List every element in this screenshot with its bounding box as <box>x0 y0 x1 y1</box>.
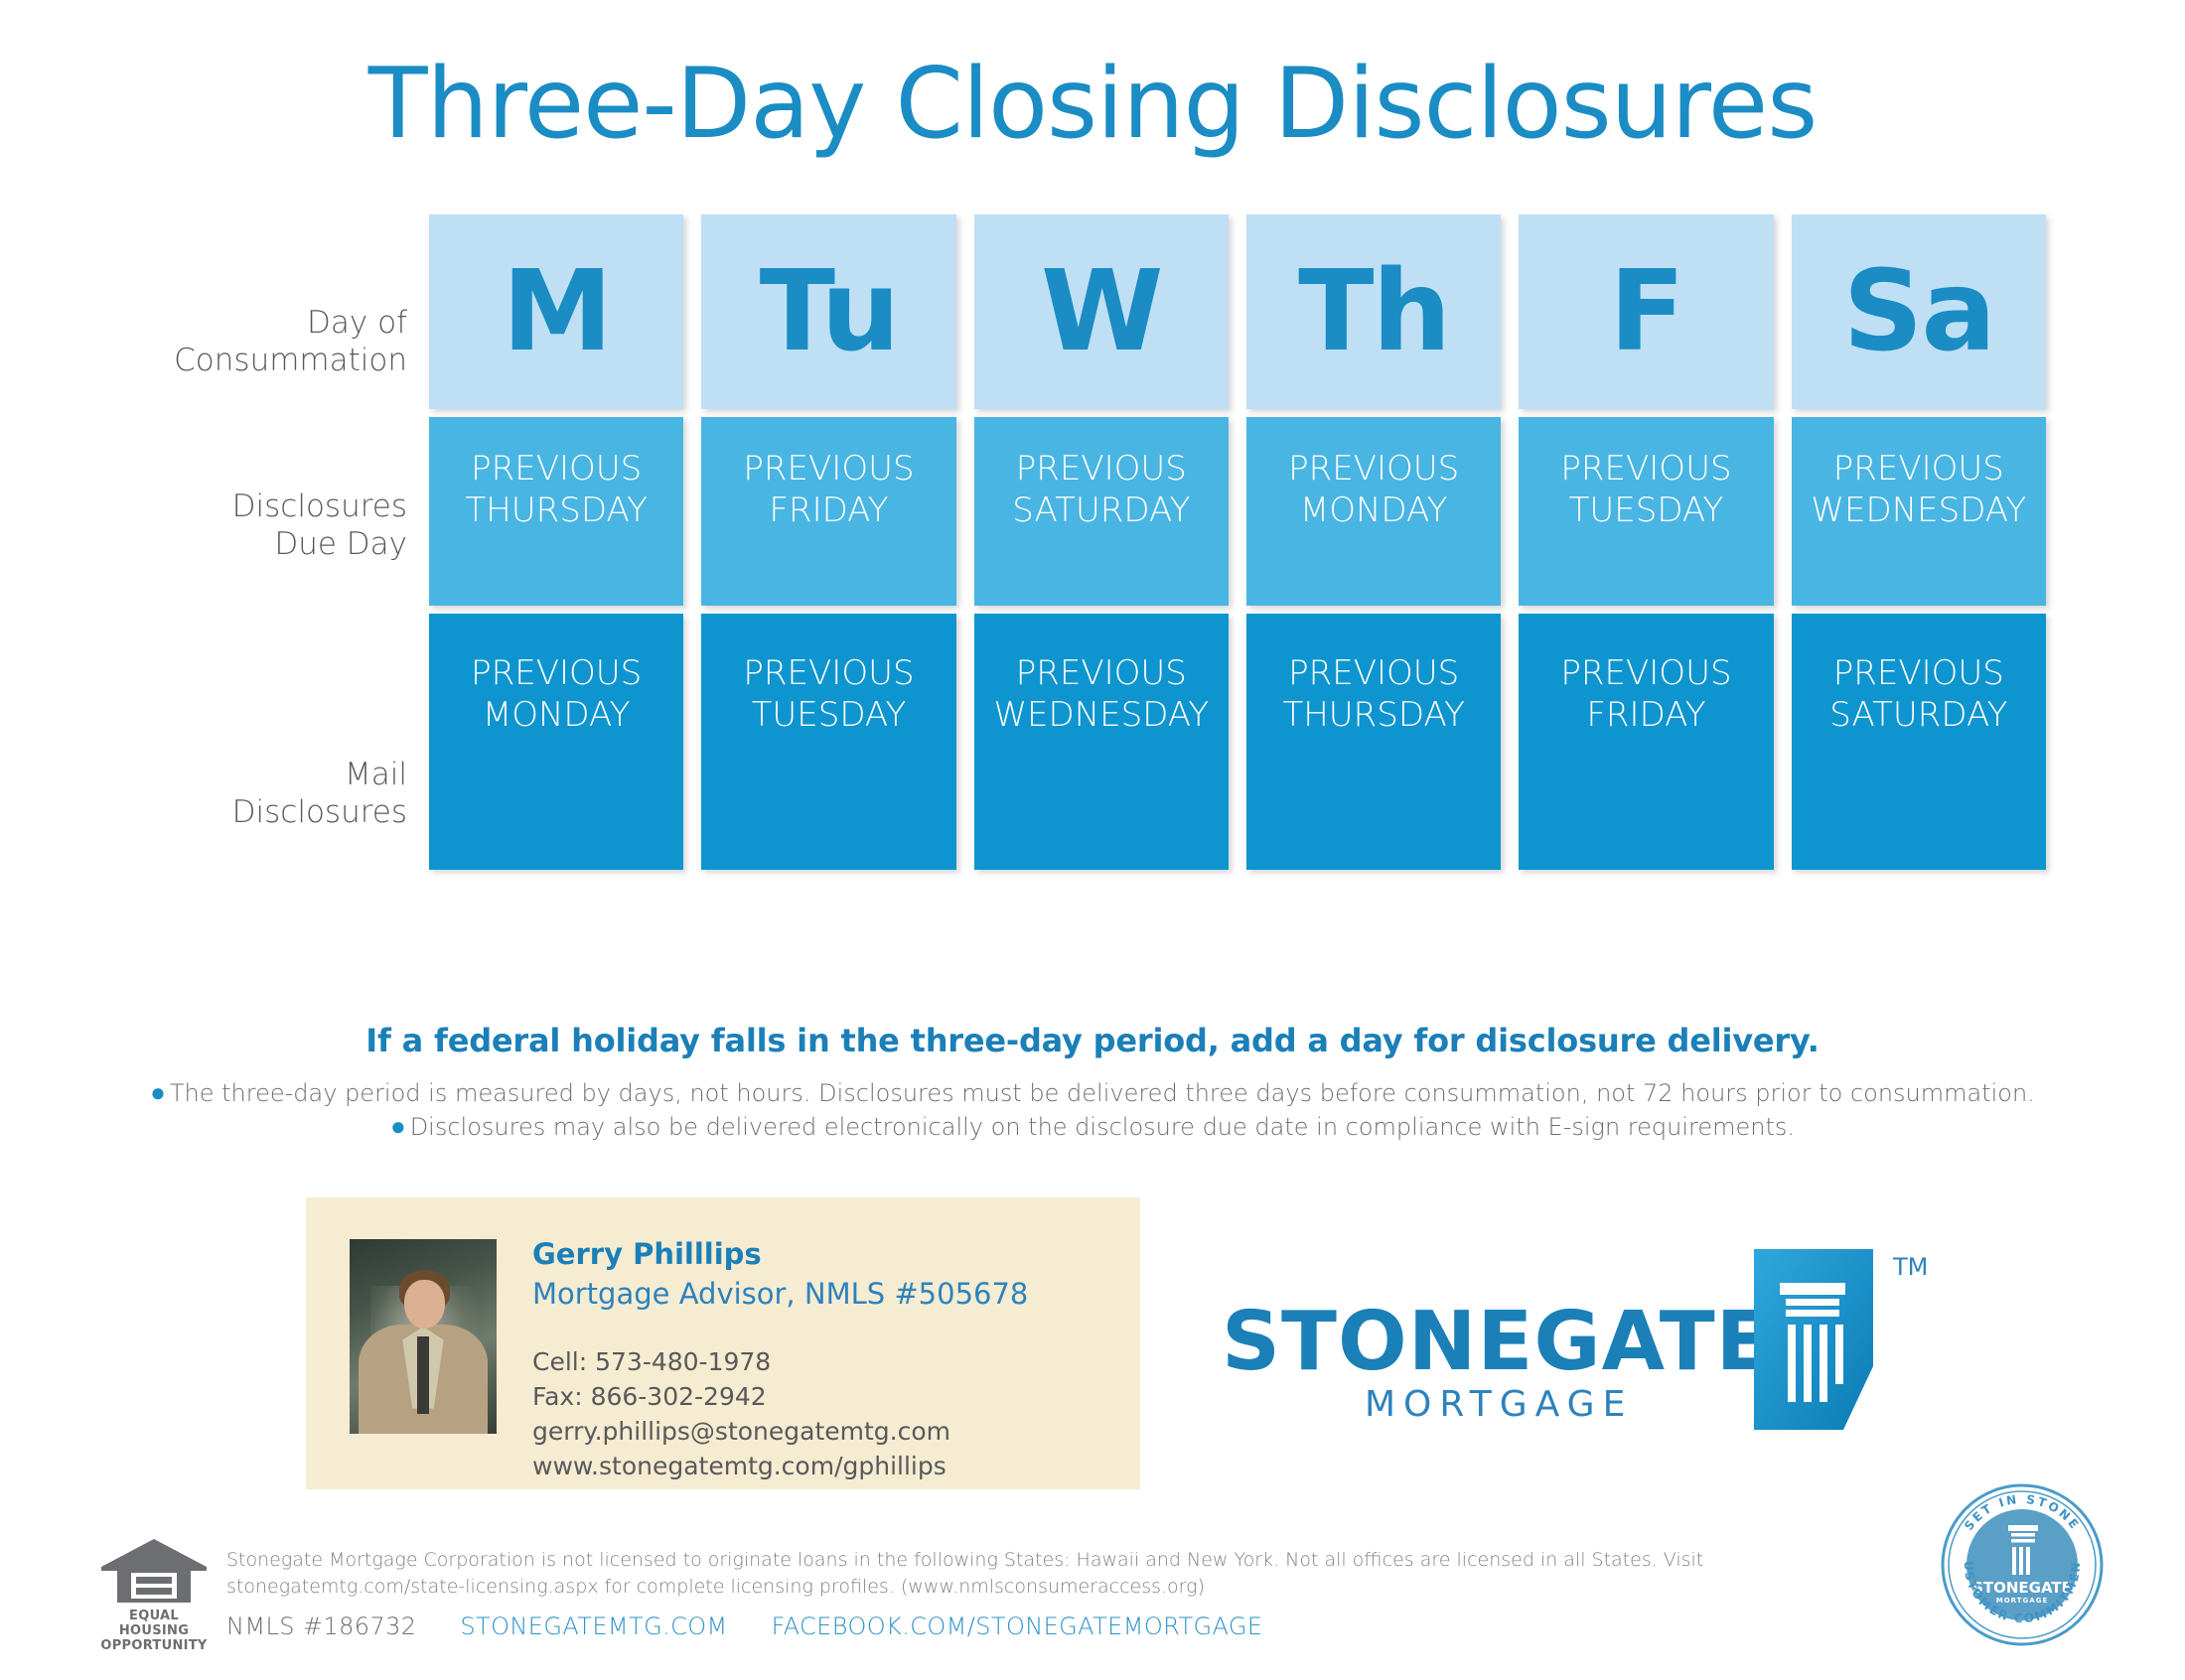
day-header-cell: W <box>973 214 1229 409</box>
row-label-consummation: Day of Consummation <box>174 305 407 378</box>
set-in-stone-seal: STONEGATE MORTGAGE SET IN STONE CUSTOMER… <box>1934 1470 2106 1648</box>
contact-lines: Cell: 573-480-1978 Fax: 866-302-2942 ger… <box>532 1344 1108 1483</box>
day-abbrev: F <box>1609 247 1685 376</box>
day-column-tuesday: Tu PREVIOUS FRIDAY PREVIOUS TUESDAY <box>701 214 956 1015</box>
contact-email[interactable]: gerry.phillips@stonegatemtg.com <box>532 1414 1108 1449</box>
disclosures-due-cell: PREVIOUS MONDAY <box>1245 417 1502 606</box>
contact-role: Mortgage Advisor, NMLS #505678 <box>532 1277 1029 1311</box>
list-item: ● The three-day period is measured by day… <box>0 1076 2185 1110</box>
equal-housing-line1: EQUAL HOUSING <box>118 1609 190 1638</box>
closing-disclosure-table: Day of Consummation Disclosures Due Day … <box>174 214 2046 1015</box>
list-item: ● Disclosures may also be delivered elect… <box>0 1110 2185 1144</box>
mail-disclosures-cell: PREVIOUS TUESDAY <box>701 614 956 870</box>
day-column-friday: F PREVIOUS TUESDAY PREVIOUS FRIDAY <box>1519 214 1774 1015</box>
stonegate-logo: STONEGATE MORTGAGE TM <box>1222 1249 1957 1442</box>
contact-details: Gerry Philllips Mortgage Advisor, NMLS #… <box>532 1237 1108 1483</box>
brand-tagline: MORTGAGE <box>1365 1384 1634 1425</box>
disclosures-due-cell: PREVIOUS THURSDAY <box>429 417 684 606</box>
disclosures-due-value: PREVIOUS THURSDAY <box>465 449 648 530</box>
disclosures-due-cell: PREVIOUS FRIDAY <box>701 417 956 606</box>
row-label-disclosures-due: Disclosures Due Day <box>231 489 407 562</box>
day-header-cell: F <box>1519 214 1774 409</box>
seal-center-name: STONEGATE <box>1972 1579 2072 1597</box>
mail-disclosures-value: PREVIOUS WEDNESDAY <box>993 653 1210 735</box>
day-header-cell: Th <box>1245 214 1502 409</box>
legal-disclaimer: Stonegate Mortgage Corporation is not li… <box>226 1549 1704 1598</box>
day-abbrev: Tu <box>759 247 901 376</box>
mail-disclosures-cell: PREVIOUS THURSDAY <box>1245 614 1502 870</box>
bullet-text: Disclosures may also be delivered electr… <box>409 1113 1796 1141</box>
day-abbrev: Th <box>1298 247 1451 376</box>
mail-disclosures-value: PREVIOUS SATURDAY <box>1829 653 2008 735</box>
disclosures-due-cell: PREVIOUS SATURDAY <box>973 417 1229 606</box>
mail-disclosures-cell: PREVIOUS WEDNESDAY <box>973 614 1229 870</box>
bullet-text: The three-day period is measured by days… <box>169 1079 2035 1107</box>
day-header-cell: M <box>429 214 684 409</box>
page-title: Three-Day Closing Disclosures <box>367 48 1819 161</box>
bullet-dot-icon: ● <box>389 1112 406 1142</box>
stonegate-column-icon <box>1748 1249 1879 1430</box>
equal-housing-text: EQUAL HOUSING OPPORTUNITY <box>95 1609 213 1653</box>
disclosures-due-value: PREVIOUS MONDAY <box>1288 449 1460 530</box>
day-abbrev: Sa <box>1842 247 1996 376</box>
avatar-face <box>403 1280 446 1330</box>
mail-disclosures-value: PREVIOUS FRIDAY <box>1560 653 1732 735</box>
disclosures-due-value: PREVIOUS TUESDAY <box>1560 449 1732 530</box>
infographic-page: Three-Day Closing Disclosures Day of Con… <box>0 0 2185 1680</box>
contact-website[interactable]: www.stonegatemtg.com/gphillips <box>532 1449 1108 1483</box>
disclosures-due-cell: PREVIOUS WEDNESDAY <box>1791 417 2046 606</box>
mail-disclosures-value: PREVIOUS TUESDAY <box>743 653 915 735</box>
avatar <box>350 1239 497 1434</box>
footer-links: NMLS #186732 STONEGATEMTG.COM FACEBOOK.C… <box>226 1612 1262 1640</box>
notes-bullet-list: ● The three-day period is measured by day… <box>0 1076 2185 1144</box>
disclosures-due-value: PREVIOUS SATURDAY <box>1012 449 1191 530</box>
mail-disclosures-value: PREVIOUS THURSDAY <box>1282 653 1465 735</box>
avatar-tie <box>417 1336 429 1415</box>
contact-name: Gerry Philllips <box>532 1237 762 1271</box>
day-abbrev: W <box>1041 247 1164 376</box>
day-header-cell: Tu <box>701 214 956 409</box>
disclosures-due-value: PREVIOUS WEDNESDAY <box>1811 449 2027 530</box>
seal-center-sub: MORTGAGE <box>1996 1597 2048 1605</box>
contact-fax: Fax: 866-302-2942 <box>532 1382 767 1411</box>
day-header-cell: Sa <box>1791 214 2046 409</box>
disclosures-due-cell: PREVIOUS TUESDAY <box>1519 417 1774 606</box>
disclosures-due-value: PREVIOUS FRIDAY <box>743 449 915 530</box>
day-column-monday: M PREVIOUS THURSDAY PREVIOUS MONDAY <box>429 214 684 1015</box>
trademark-mark: TM <box>1893 1253 1929 1281</box>
contact-card: Gerry Philllips Mortgage Advisor, NMLS #… <box>306 1197 1140 1489</box>
nmls-number: NMLS #186732 <box>226 1612 417 1640</box>
equal-housing-line2: OPPORTUNITY <box>100 1638 208 1653</box>
mail-disclosures-cell: PREVIOUS SATURDAY <box>1791 614 2046 870</box>
mail-disclosures-value: PREVIOUS MONDAY <box>471 653 643 735</box>
row-label-column: Day of Consummation Disclosures Due Day … <box>174 214 417 1015</box>
day-column-thursday: Th PREVIOUS MONDAY PREVIOUS THURSDAY <box>1245 214 1502 1015</box>
holiday-note: If a federal holiday falls in the three-… <box>365 1022 1820 1059</box>
day-column-saturday: Sa PREVIOUS WEDNESDAY PREVIOUS SATURDAY <box>1791 214 2046 1015</box>
day-abbrev: M <box>502 247 612 376</box>
bullet-dot-icon: ● <box>150 1078 166 1108</box>
mail-disclosures-cell: PREVIOUS FRIDAY <box>1519 614 1774 870</box>
equal-housing-logo: EQUAL HOUSING OPPORTUNITY <box>95 1537 213 1654</box>
day-columns: M PREVIOUS THURSDAY PREVIOUS MONDAY Tu P… <box>429 214 2046 1015</box>
day-column-wednesday: W PREVIOUS SATURDAY PREVIOUS WEDNESDAY <box>973 214 1229 1015</box>
brand-name: STONEGATE <box>1222 1295 1773 1389</box>
mail-disclosures-cell: PREVIOUS MONDAY <box>429 614 684 870</box>
contact-cell: Cell: 573-480-1978 <box>532 1347 772 1376</box>
website-link[interactable]: STONEGATEMTG.COM <box>460 1612 727 1640</box>
row-label-mail-disclosures: Mail Disclosures <box>231 757 407 830</box>
facebook-link[interactable]: FACEBOOK.COM/STONEGATEMORTGAGE <box>772 1612 1263 1640</box>
